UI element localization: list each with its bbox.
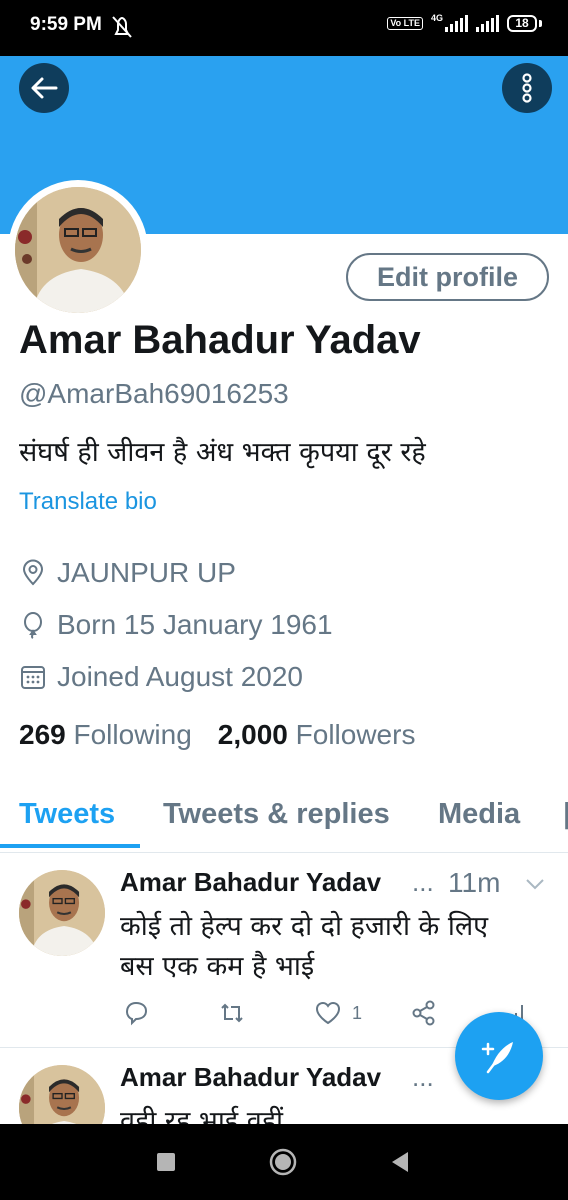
more-options-button[interactable] <box>502 63 552 113</box>
location-text: JAUNPUR UP <box>57 557 236 588</box>
chevron-down-icon[interactable] <box>524 877 546 891</box>
battery-level: 18 <box>515 16 529 30</box>
followers-label: Followers <box>295 719 416 750</box>
tab-tweets[interactable]: Tweets <box>19 798 115 831</box>
home-button[interactable] <box>269 1148 297 1176</box>
follow-stats: 269 Following 2,000 Followers <box>19 719 415 751</box>
status-time: 9:59 PM <box>30 14 102 35</box>
profile-bio: संघर्ष ही जीवन है अंध भक्त कृपया दूर रहे <box>19 437 426 468</box>
translate-bio-link[interactable]: Translate bio <box>19 488 157 516</box>
system-navigation-bar <box>0 1124 568 1200</box>
tab-next-partial[interactable]: | <box>563 798 568 831</box>
followers-count: 2,000 <box>217 719 288 750</box>
profile-avatar[interactable] <box>8 180 148 320</box>
profile-tabs: Tweets Tweets & replies Media | <box>0 780 568 853</box>
signal-icon-2 <box>476 14 499 32</box>
retweet-button[interactable] <box>218 999 246 1027</box>
arrow-left-icon <box>31 77 58 99</box>
compose-tweet-button[interactable] <box>455 1012 543 1100</box>
joined-text: Joined August 2020 <box>57 661 303 692</box>
balloon-icon <box>24 612 42 639</box>
network-type: 4G <box>430 13 443 23</box>
heart-icon <box>315 1001 341 1025</box>
like-count: 1 <box>352 1002 363 1023</box>
profile-birthdate: Born 15 January 1961 <box>19 609 333 641</box>
profile-joined: Joined August 2020 <box>19 661 303 693</box>
retweet-icon <box>221 1003 243 1023</box>
volte-icon: Vo LTE <box>387 16 423 30</box>
reply-icon <box>125 1001 148 1026</box>
following-link[interactable]: 269 Following <box>19 719 192 751</box>
share-icon <box>412 1000 435 1026</box>
like-button[interactable]: 1 <box>314 999 362 1027</box>
tweet-text: कोई तो हेल्प कर दो दो हजारी के लिए बस एक… <box>120 911 489 982</box>
more-vertical-icon <box>522 73 532 103</box>
share-button[interactable] <box>410 999 438 1027</box>
profile-location: JAUNPUR UP <box>19 557 236 589</box>
status-bar: 9:59 PM Vo LTE 4G 18 <box>0 0 568 56</box>
location-pin-icon <box>22 559 44 586</box>
tweet-name-ellipsis: ... <box>412 867 434 897</box>
profile-name: Amar Bahadur Yadav <box>19 318 421 362</box>
back-button[interactable] <box>19 63 69 113</box>
tweet-avatar[interactable] <box>19 870 105 956</box>
recent-apps-button[interactable] <box>157 1153 175 1171</box>
system-back-button[interactable] <box>390 1150 410 1174</box>
avatar-photo <box>15 187 141 313</box>
edit-profile-button[interactable]: Edit profile <box>346 253 549 301</box>
active-tab-indicator <box>0 844 140 848</box>
tweet-name-ellipsis: ... <box>412 1062 434 1092</box>
following-label: Following <box>73 719 192 750</box>
tab-media[interactable]: Media <box>438 798 520 831</box>
calendar-icon <box>21 666 45 689</box>
status-icons: Vo LTE 4G 18 <box>387 13 542 32</box>
tweet-timestamp: 11m <box>448 867 501 898</box>
compose-feather-icon <box>481 1042 513 1074</box>
tab-tweets-replies[interactable]: Tweets & replies <box>163 798 390 831</box>
profile-handle: @AmarBah69016253 <box>19 378 289 409</box>
battery-cap <box>539 19 542 27</box>
following-count: 269 <box>19 719 66 750</box>
signal-icon <box>445 14 468 32</box>
tweet-avatar[interactable] <box>19 1065 105 1128</box>
reply-button[interactable] <box>122 999 150 1027</box>
battery-icon: 18 <box>507 14 537 32</box>
tweet-author-name: Amar Bahadur Yadav <box>120 1062 382 1092</box>
tweet-author-name: Amar Bahadur Yadav <box>120 867 382 897</box>
mute-alarm-icon <box>112 16 132 38</box>
followers-link[interactable]: 2,000 Followers <box>218 719 416 751</box>
born-text: Born 15 January 1961 <box>57 609 333 640</box>
